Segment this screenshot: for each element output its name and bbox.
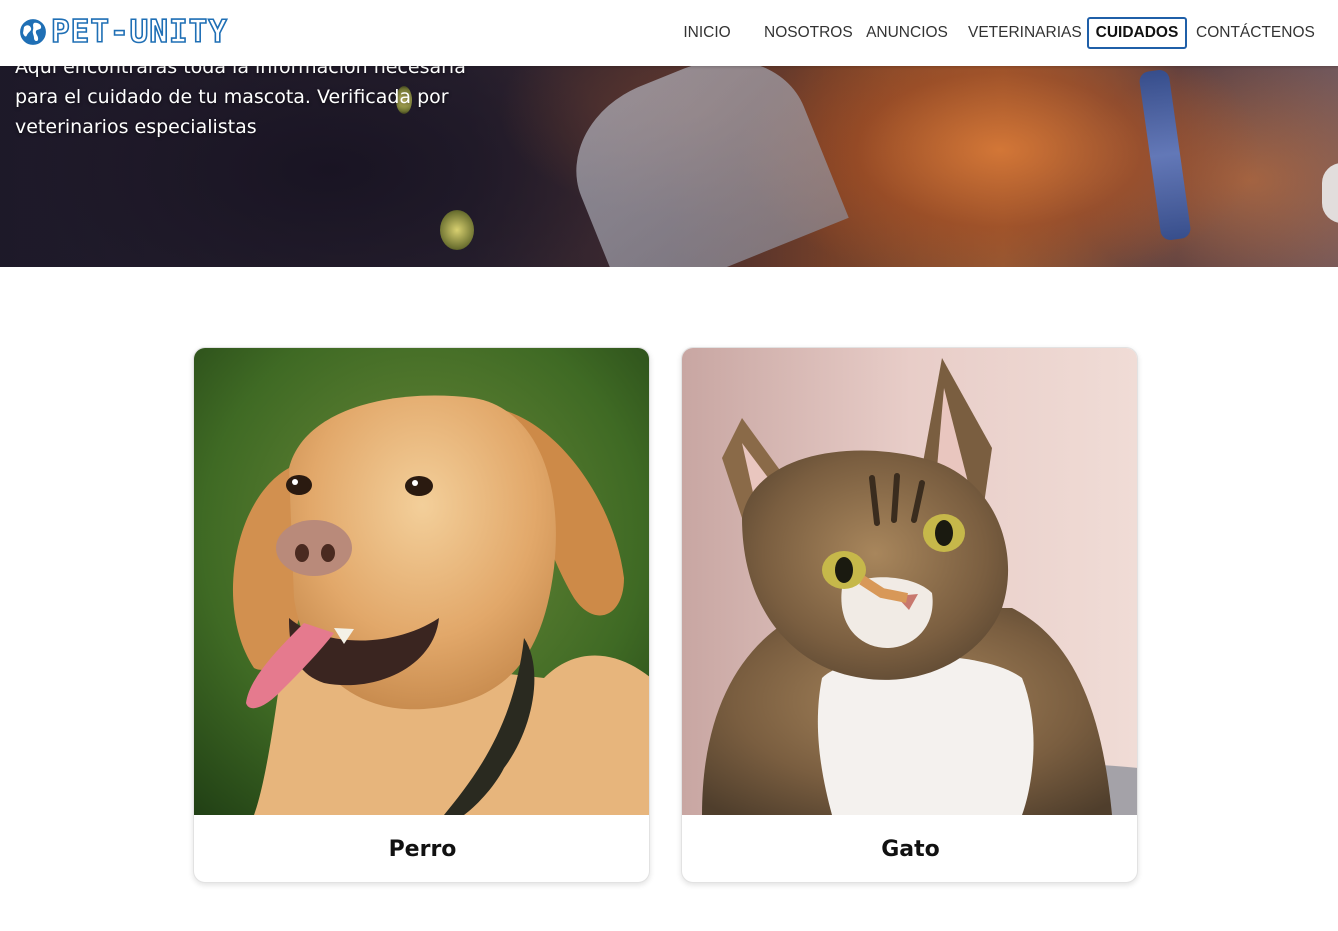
nav-item-veterinarias[interactable]: VETERINARIAS (968, 17, 1082, 49)
nav-item-nosotros[interactable]: NOSOTROS (764, 17, 853, 49)
nav-item-cuidados[interactable]: CUIDADOS (1087, 17, 1187, 49)
brand-logo[interactable]: PET-UNITY (18, 13, 228, 51)
hero-cat-eye (440, 210, 474, 250)
carousel-next-button[interactable] (1322, 163, 1338, 223)
dog-photo (194, 348, 649, 815)
card-perro[interactable]: Perro (193, 347, 650, 883)
nav-item-anuncios[interactable]: ANUNCIOS (866, 17, 948, 49)
card-gato[interactable]: Gato (681, 347, 1138, 883)
nav-item-contactenos[interactable]: CONTÁCTENOS (1196, 17, 1315, 49)
cat-photo (682, 348, 1137, 815)
hero-dog-collar (1138, 68, 1192, 242)
nav-item-inicio[interactable]: INICIO (682, 17, 732, 49)
brand-name: PET-UNITY (50, 13, 228, 51)
globe-icon (18, 17, 48, 47)
hero-background-shape (551, 32, 849, 267)
navbar: PET-UNITY INICIO NOSOTROS ANUNCIOS VETER… (0, 0, 1338, 66)
card-label-gato: Gato (881, 837, 940, 862)
card-label-perro: Perro (388, 837, 457, 862)
